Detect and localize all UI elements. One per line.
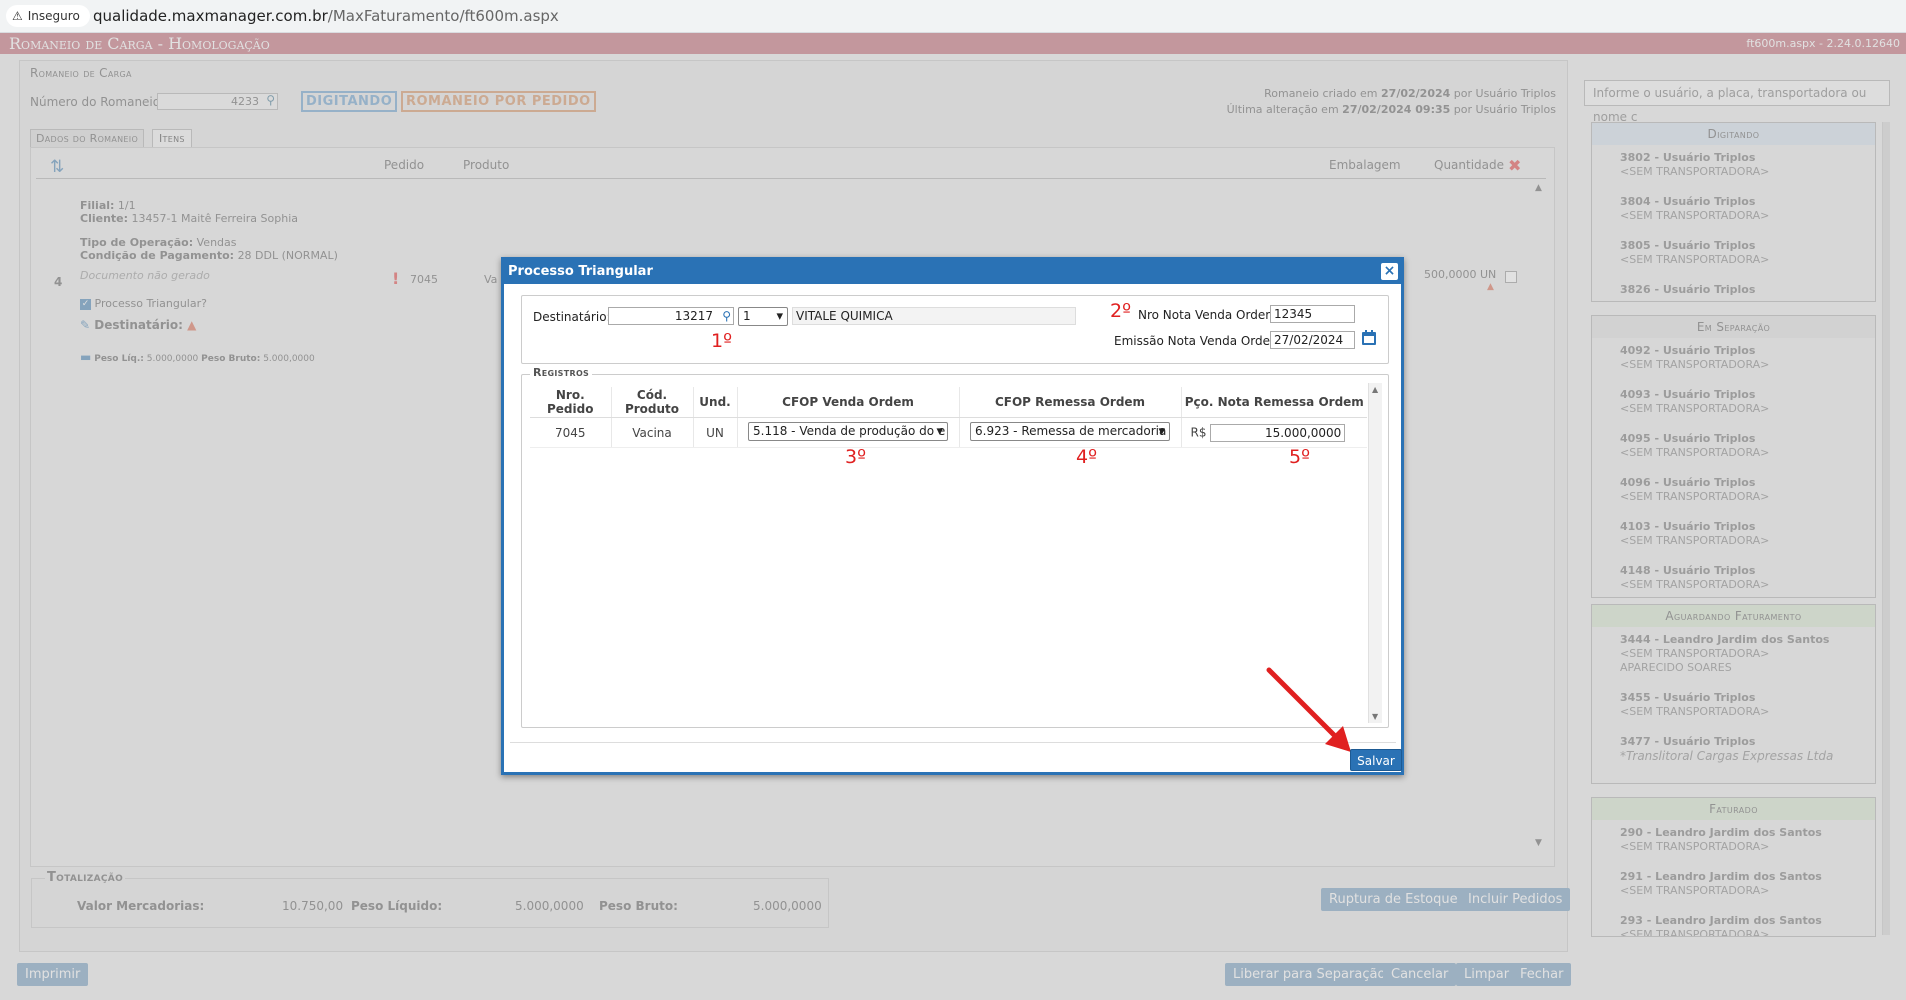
emissao-label: Emissão Nota Venda Ordem: (1114, 334, 1286, 348)
col-nro-pedido: Nro. Pedido (530, 387, 612, 418)
cfop-venda-select[interactable]: 5.118 - Venda de produção do e (748, 421, 948, 441)
cfop-remessa-select[interactable]: 6.923 - Remessa de mercadoria (970, 421, 1170, 441)
dialog-title: Processo Triangular (504, 260, 1401, 284)
processo-triangular-dialog: Processo Triangular × Destinatário: 1321… (501, 257, 1404, 775)
scroll-down-icon[interactable]: ▼ (1372, 712, 1378, 721)
scroll-up-icon[interactable]: ▲ (1372, 385, 1378, 394)
annotation-5: 5º (1289, 446, 1311, 468)
nro-nota-label: Nro Nota Venda Ordem: (1138, 308, 1281, 322)
col-cod-produto: Cód. Produto (611, 387, 694, 418)
annotation-2: 2º (1110, 300, 1132, 322)
security-chip[interactable]: ⚠ Inseguro (6, 5, 90, 27)
destinatario-label: Destinatário: (533, 310, 611, 324)
table-row: 7045 Vacina UN 5.118 - Venda de produção… (530, 417, 1367, 448)
destinatario-fieldset (521, 295, 1389, 364)
destinatario-code: 13217 (674, 309, 713, 323)
destinatario-seq-select[interactable]: 1 (738, 307, 788, 326)
cell-und: UN (693, 417, 738, 448)
col-preco-remessa: Pço. Nota Remessa Ordem (1181, 387, 1367, 418)
warning-icon: ⚠ (12, 9, 23, 23)
col-cfop-remessa: CFOP Remessa Ordem (959, 387, 1182, 418)
col-und: Und. (693, 387, 738, 418)
cell-pedido: 7045 (530, 417, 612, 448)
address-bar[interactable]: qualidade.maxmanager.com.br/MaxFaturamen… (93, 7, 559, 25)
red-arrow-annotation (1266, 667, 1351, 752)
annotation-3: 3º (845, 446, 867, 468)
calendar-icon[interactable] (1362, 330, 1376, 345)
currency-label: R$ (1190, 425, 1207, 439)
close-icon[interactable]: × (1381, 263, 1398, 280)
destinatario-code-input[interactable]: 13217 ⚲ (608, 307, 734, 325)
registros-table: Nro. Pedido Cód. Produto Und. CFOP Venda… (530, 387, 1367, 448)
annotation-1: 1º (711, 330, 733, 352)
preco-remessa-input[interactable]: 15.000,0000 (1210, 423, 1346, 442)
annotation-4: 4º (1076, 446, 1098, 468)
col-cfop-venda: CFOP Venda Ordem (737, 387, 960, 418)
url-host: qualidade.maxmanager.com.br (93, 7, 328, 25)
search-icon[interactable]: ⚲ (722, 308, 731, 324)
security-label: Inseguro (27, 9, 80, 23)
emissao-input[interactable]: 27/02/2024 (1270, 331, 1355, 349)
save-button[interactable]: Salvar (1350, 749, 1402, 771)
url-path: /MaxFaturamento/ft600m.aspx (327, 7, 559, 25)
destinatario-name: VITALE QUIMICA (792, 307, 1076, 325)
registros-title: Registros (530, 366, 593, 379)
cell-produto: Vacina (611, 417, 694, 448)
registros-scrollbar[interactable]: ▲ ▼ (1368, 383, 1382, 723)
nro-nota-input[interactable]: 12345 (1270, 305, 1355, 323)
